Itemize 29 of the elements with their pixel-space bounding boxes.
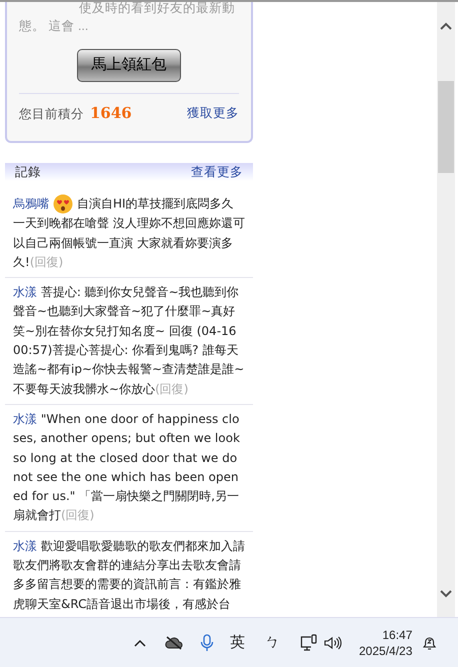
- claim-gift-button[interactable]: 馬上領紅包: [77, 49, 181, 82]
- record-entry: 水漾 歡迎愛唱歌愛聽歌的歌友們都來加入請歌友們將歌友會群的連結分享出去歌友會請多多留言想要的需要的資訊前言：有鑑於雅虎聊天室&RC語音退出市場後，有感於台: [13, 538, 245, 613]
- speaker-icon[interactable]: [324, 636, 342, 650]
- earn-more-link[interactable]: 獲取更多: [187, 104, 239, 123]
- record-entry: 水漾 "When one door of happiness closes, another opens; but often we look so long at the closed door that we do not see the one which has been opened for us." 「當一扇快樂之門關閉時,另一扇就會打(回復): [13, 410, 241, 524]
- view-more-link[interactable]: 查看更多: [191, 162, 243, 182]
- user-link[interactable]: 水漾: [13, 412, 37, 426]
- scrollbar[interactable]: [437, 2, 455, 617]
- microphone-icon[interactable]: [200, 634, 214, 652]
- clock-time[interactable]: 16:47: [382, 626, 412, 642]
- scrollbar-thumb[interactable]: [438, 81, 454, 173]
- points-label: 您目前積分: [19, 106, 84, 123]
- user-link[interactable]: 水漾: [13, 285, 37, 300]
- scroll-up-icon[interactable]: [440, 22, 452, 30]
- ime-layout[interactable]: ㄅ: [265, 631, 280, 654]
- records-title: 記錄: [15, 164, 41, 180]
- card-description: 態。 這會 ...: [19, 18, 90, 35]
- cloud-off-icon[interactable]: [165, 634, 183, 650]
- user-link[interactable]: 水漾: [13, 538, 37, 553]
- clock-date[interactable]: 2025/4/23: [359, 642, 412, 658]
- ime-mode[interactable]: 英: [230, 631, 245, 654]
- network-icon[interactable]: [300, 634, 318, 651]
- record-entry: 烏鴉嘴 自演自HI的草技擺到底悶多久一天到晚都在嗆聲 沒人理妳不想回應妳還可以自己兩個帳號一直演 大家就看妳要演多久!(回復): [13, 194, 245, 272]
- record-entry: 水漾 菩提心: 聽到你女兒聲音~我也聽到你聲音~也聽到大家聲音~犯了什麼罪~真好笑~別在替你女兒打知名度~ 回復 (04-16 00:57)菩提心菩提心: 你看到鬼嗎? 誰每天造謠~都有ip~你快去報警~查清楚誰是誰~不要每天波我髒水~你放心(回復): [13, 284, 245, 398]
- points-value: 1646: [90, 103, 132, 124]
- scroll-down-icon[interactable]: [440, 590, 452, 598]
- chevron-up-icon[interactable]: [134, 638, 146, 646]
- user-link[interactable]: 烏鴉嘴: [13, 196, 49, 211]
- notification-bell-icon[interactable]: [422, 634, 438, 650]
